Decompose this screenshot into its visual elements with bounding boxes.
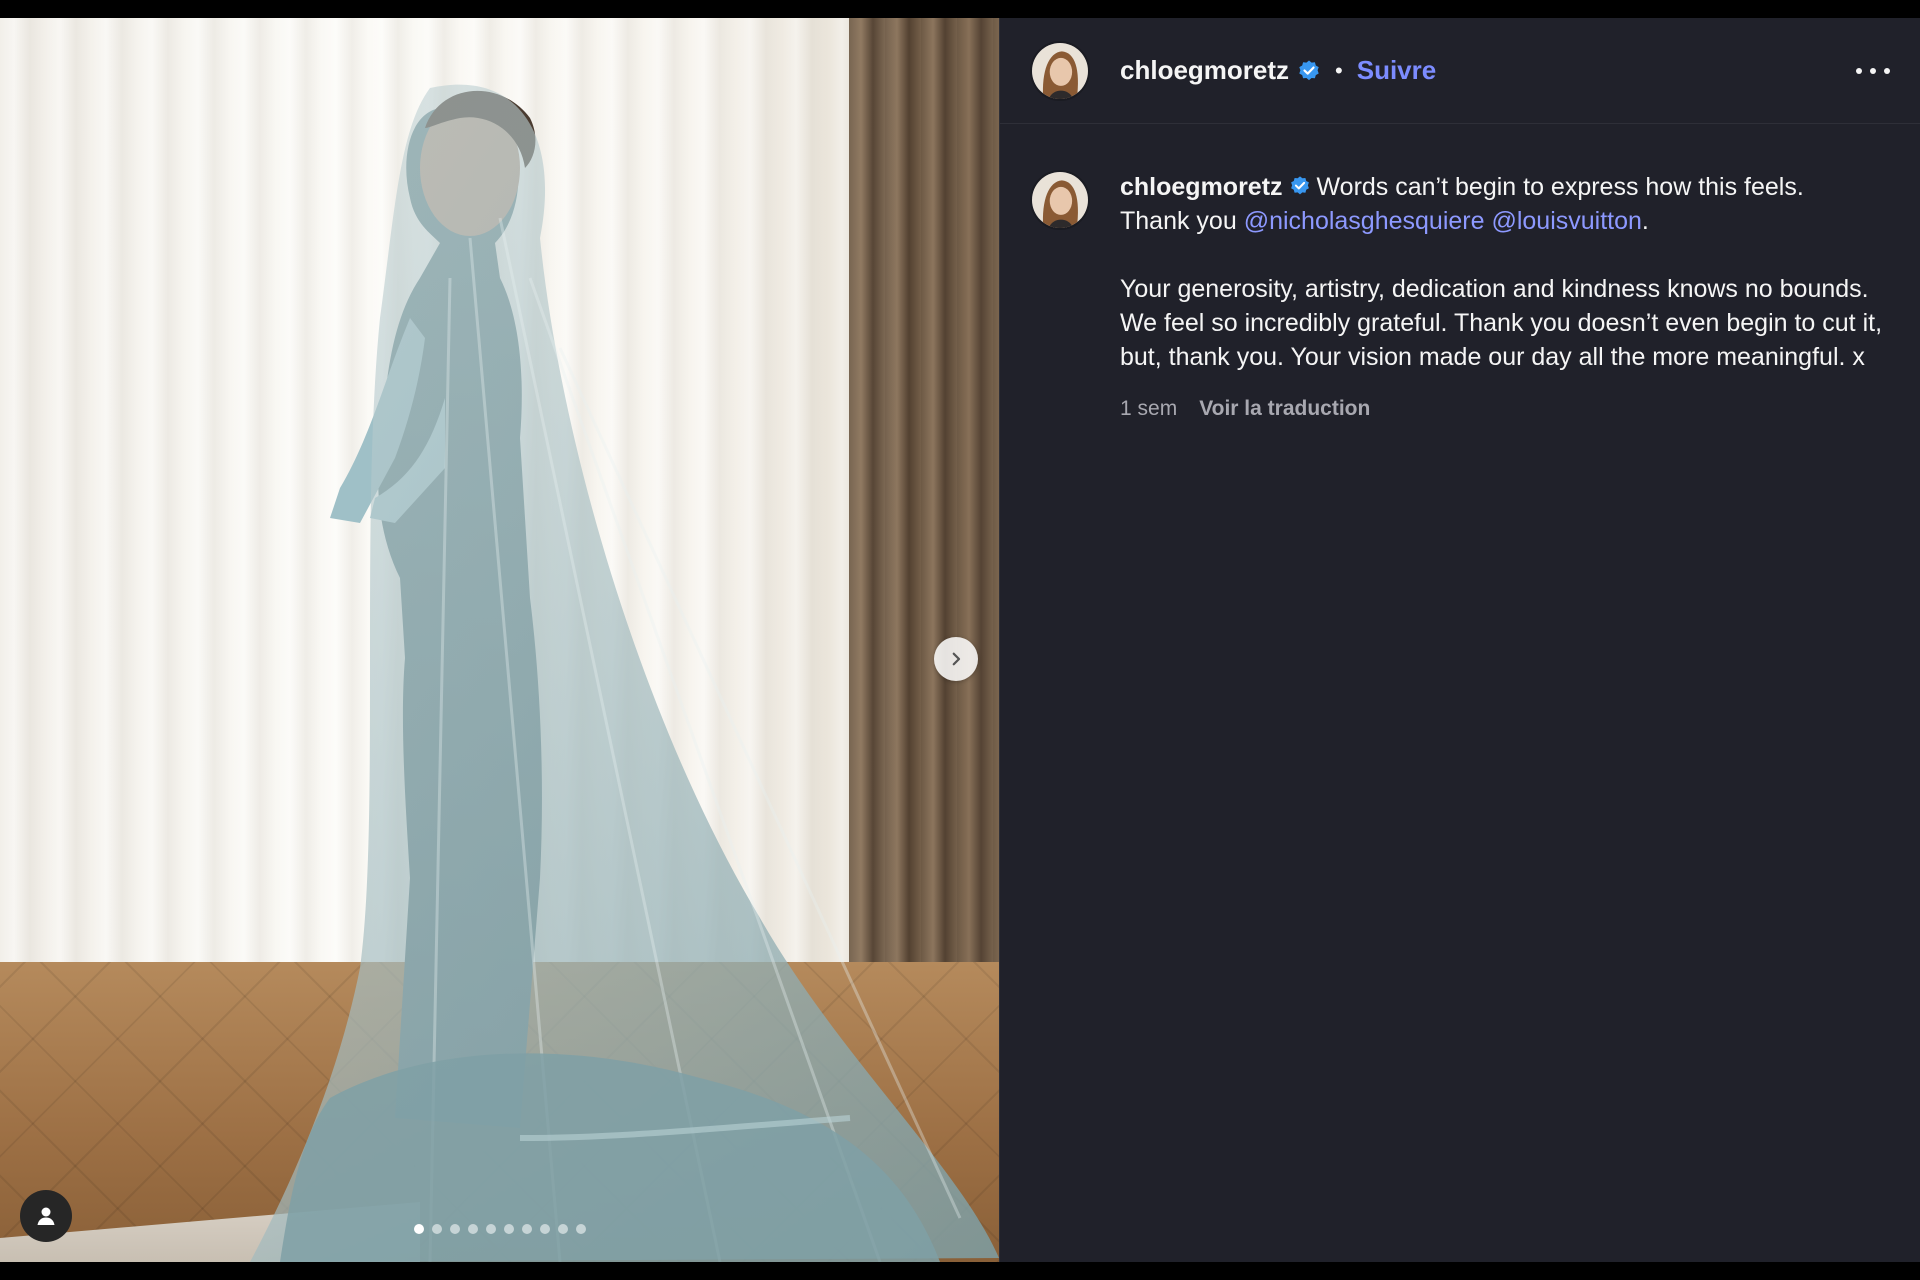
caption-paragraph-2: Your generosity, artistry, dedication an…	[1120, 275, 1883, 371]
post-info-panel: chloegmoretz • Suivre chloegmoretz Words…	[999, 18, 1920, 1262]
carousel-dot	[413, 1224, 424, 1234]
caption-paragraph-1: chloegmoretz Words can’t begin to expres…	[1120, 170, 1890, 238]
mention-link-louisvuitton[interactable]: @louisvuitton	[1491, 207, 1641, 235]
avatar-image	[1032, 42, 1088, 99]
post-timestamp[interactable]: 1 sem	[1120, 392, 1177, 426]
caption-avatar[interactable]	[1030, 170, 1090, 230]
caption-body: chloegmoretz Words can’t begin to expres…	[1120, 170, 1890, 426]
more-horizontal-icon	[1856, 67, 1862, 74]
separator-dot: •	[1335, 57, 1343, 83]
caption-text: Words can’t begin to express how this fe…	[1316, 173, 1804, 201]
user-tag-icon	[37, 1207, 55, 1225]
caption-username[interactable]: chloegmoretz	[1120, 173, 1283, 201]
carousel-dot	[449, 1224, 460, 1234]
caption: chloegmoretz Words can’t begin to expres…	[1000, 124, 1920, 426]
more-options-button[interactable]	[1856, 61, 1890, 81]
post-header: chloegmoretz • Suivre	[1000, 18, 1920, 124]
verified-badge-icon	[1299, 60, 1319, 80]
tagged-users-button[interactable]	[20, 1190, 72, 1242]
post-media[interactable]	[0, 18, 999, 1262]
caption-period: .	[1641, 207, 1649, 235]
carousel-indicator	[0, 1224, 999, 1234]
carousel-dot	[557, 1224, 568, 1234]
verified-badge-icon	[1290, 176, 1309, 195]
header-username[interactable]: chloegmoretz	[1120, 55, 1289, 86]
chevron-right-icon	[952, 652, 961, 666]
mention-link-nicholasghesquiere[interactable]: @nicholasghesquiere	[1244, 207, 1485, 235]
bride-photo	[250, 84, 999, 1262]
carousel-dot	[521, 1224, 532, 1234]
follow-button[interactable]: Suivre	[1357, 55, 1437, 86]
next-slide-button[interactable]	[934, 637, 978, 681]
caption-meta: 1 sem Voir la traduction	[1120, 392, 1890, 426]
carousel-dot	[431, 1224, 442, 1234]
carousel-dot	[503, 1224, 514, 1234]
avatar[interactable]	[1030, 40, 1090, 101]
post-modal: chloegmoretz • Suivre chloegmoretz Words…	[0, 18, 1920, 1262]
carousel-dot	[467, 1224, 478, 1234]
carousel-dot	[485, 1224, 496, 1234]
caption-thank-you: Thank you	[1120, 207, 1237, 235]
carousel-dot	[539, 1224, 550, 1234]
see-translation-button[interactable]: Voir la traduction	[1199, 392, 1370, 426]
carousel-dot	[575, 1224, 586, 1234]
avatar-image	[1032, 172, 1088, 228]
